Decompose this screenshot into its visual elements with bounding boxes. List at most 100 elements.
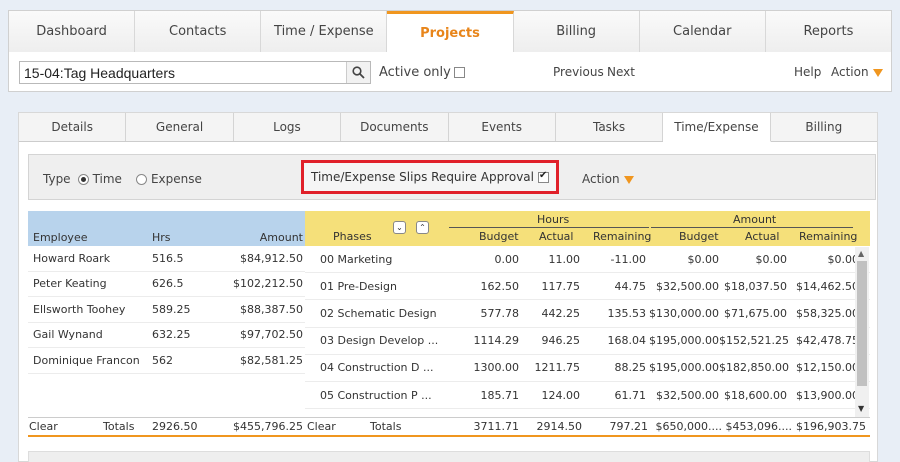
employee-totals-label: Totals <box>103 420 135 433</box>
amount-budget: $32,500.00 <box>656 388 719 402</box>
hours-remaining: 168.04 <box>607 334 647 348</box>
type-action-label: Action <box>582 172 620 186</box>
nav-tab-contacts[interactable]: Contacts <box>135 11 262 52</box>
nav-tab-calendar[interactable]: Calendar <box>639 11 766 52</box>
subtab-billing[interactable]: Billing <box>771 113 877 141</box>
nav-tab-reports[interactable]: Reports <box>765 11 891 52</box>
col-amount[interactable]: Amount <box>220 231 305 244</box>
col-hours-budget[interactable]: Budget <box>479 230 519 243</box>
action-menu-label: Action <box>831 65 869 79</box>
col-hours-remaining[interactable]: Remaining <box>593 230 651 243</box>
hours-budget: 0.00 <box>494 252 520 266</box>
total-hours-remaining: 797.21 <box>609 420 649 433</box>
active-only-label: Active only <box>379 65 451 80</box>
employee-name: Ellsworth Toohey <box>33 302 126 316</box>
employee-name: Dominique Francon <box>33 353 140 367</box>
table-row[interactable]: 05 Construction P ... 185.71 124.00 61.7… <box>305 382 870 410</box>
collapse-up-icon[interactable]: ⌃ <box>416 221 429 234</box>
subtab-logs[interactable]: Logs <box>234 113 342 141</box>
time-radio-label[interactable]: Time <box>93 172 122 186</box>
type-action-button[interactable]: Action <box>582 172 634 186</box>
approval-required-checkbox[interactable] <box>537 170 549 183</box>
amount-remaining: $58,325.00 <box>796 306 859 320</box>
project-panel: Details General Logs Documents Events Ta… <box>18 112 878 462</box>
hours-actual: 1211.75 <box>534 361 581 375</box>
employee-amount: $84,912.50 <box>240 251 303 265</box>
table-row[interactable]: Ellsworth Toohey 589.25 $88,387.50 <box>28 297 305 323</box>
nav-tab-projects[interactable]: Projects <box>387 11 514 52</box>
subtab-time-expense[interactable]: Time/Expense <box>663 113 771 142</box>
active-only-checkbox[interactable] <box>453 67 465 78</box>
previous-button[interactable]: Previous <box>553 65 604 79</box>
hours-budget: 577.78 <box>480 306 520 320</box>
col-amount-actual[interactable]: Actual <box>745 230 779 243</box>
next-button[interactable]: Next <box>607 65 635 79</box>
hours-budget: 1300.00 <box>473 361 520 375</box>
amount-remaining: $12,150.00 <box>796 361 859 375</box>
search-button[interactable] <box>346 62 370 83</box>
subtab-tasks[interactable]: Tasks <box>556 113 664 141</box>
amount-budget: $32,500.00 <box>656 279 719 293</box>
col-phases[interactable]: Phases <box>333 230 372 243</box>
scroll-down-icon[interactable]: ▼ <box>858 404 864 413</box>
hours-actual: 11.00 <box>548 252 581 266</box>
amount-remaining: $42,478.75 <box>796 334 859 348</box>
nav-tab-time-expense[interactable]: Time / Expense <box>261 11 388 52</box>
main-nav: Dashboard Contacts Time / Expense Projec… <box>8 10 892 52</box>
phase-totals-label: Totals <box>370 420 402 433</box>
project-search-input[interactable] <box>19 61 371 84</box>
table-row[interactable]: Peter Keating 626.5 $102,212.50 <box>28 272 305 297</box>
amount-budget: $130,000.00 <box>649 306 719 320</box>
subtab-events[interactable]: Events <box>449 113 556 141</box>
time-radio[interactable] <box>77 173 89 185</box>
hours-actual: 946.25 <box>541 334 581 348</box>
employee-amount: $97,702.50 <box>240 328 303 342</box>
col-hours-actual[interactable]: Actual <box>539 230 573 243</box>
table-row[interactable]: Gail Wynand 632.25 $97,702.50 <box>28 323 305 348</box>
table-row[interactable]: 00 Marketing 0.00 11.00 -11.00 $0.00 $0.… <box>305 246 870 274</box>
hours-budget: 1114.29 <box>473 334 520 348</box>
table-row[interactable]: 02 Schematic Design 577.78 442.25 135.53… <box>305 300 870 328</box>
employee-amount: $102,212.50 <box>233 277 303 291</box>
help-button[interactable]: Help <box>794 65 821 79</box>
active-only-toggle[interactable]: Active only <box>379 65 465 80</box>
hours-remaining: 135.53 <box>607 306 647 320</box>
clear-phases-button[interactable]: Clear <box>305 420 370 433</box>
phase-grid-scrollbar[interactable]: ▲ ▼ <box>855 247 869 417</box>
expense-radio-label[interactable]: Expense <box>151 172 202 186</box>
caret-down-icon <box>623 175 634 184</box>
scrollbar-thumb[interactable] <box>857 261 867 386</box>
employee-grid: Employee Hrs Amount Howard Roark 516.5 $… <box>28 211 305 437</box>
amount-budget: $0.00 <box>687 252 720 266</box>
table-row[interactable]: 01 Pre-Design 162.50 117.75 44.75 $32,50… <box>305 273 870 301</box>
amount-actual: $152,521.25 <box>719 334 789 348</box>
nav-tab-dashboard[interactable]: Dashboard <box>9 11 136 52</box>
phase-grid: Phases ⌄ ⌃ Hours Amount Budget Actual Re… <box>305 211 870 437</box>
col-amount-remaining[interactable]: Remaining <box>799 230 857 243</box>
subtab-documents[interactable]: Documents <box>341 113 449 141</box>
phase-name: 04 Construction D ... <box>320 361 434 375</box>
table-row[interactable]: 03 Design Develop ... 1114.29 946.25 168… <box>305 328 870 355</box>
project-search-bar: Active only Previous Next Help Action <box>8 52 892 92</box>
col-hrs[interactable]: Hrs <box>150 231 220 244</box>
expand-down-icon[interactable]: ⌄ <box>393 221 406 234</box>
table-row[interactable]: 04 Construction D ... 1300.00 1211.75 88… <box>305 355 870 382</box>
scroll-up-icon[interactable]: ▲ <box>858 249 864 258</box>
table-row[interactable]: Dominique Francon 562 $82,581.25 <box>28 348 305 374</box>
clear-employees-button[interactable]: Clear <box>28 420 103 433</box>
col-amount-budget[interactable]: Budget <box>679 230 719 243</box>
employee-name: Peter Keating <box>33 277 107 291</box>
expense-radio[interactable] <box>135 173 147 185</box>
subtab-details[interactable]: Details <box>19 113 127 141</box>
total-amount-remaining: $196,903.75 <box>796 420 866 433</box>
employee-hrs: 589.25 <box>152 302 191 316</box>
table-row[interactable]: Howard Roark 516.5 $84,912.50 <box>28 246 305 272</box>
subtab-general[interactable]: General <box>126 113 234 141</box>
type-filter-bar: Type Time Expense Time/Expense Slips Req… <box>28 154 876 200</box>
col-employee[interactable]: Employee <box>28 231 150 244</box>
action-menu-button[interactable]: Action <box>831 65 883 79</box>
employee-hrs: 516.5 <box>152 251 184 265</box>
nav-tab-billing[interactable]: Billing <box>513 11 640 52</box>
hours-remaining: 61.71 <box>614 388 647 402</box>
caret-down-icon <box>872 68 883 77</box>
